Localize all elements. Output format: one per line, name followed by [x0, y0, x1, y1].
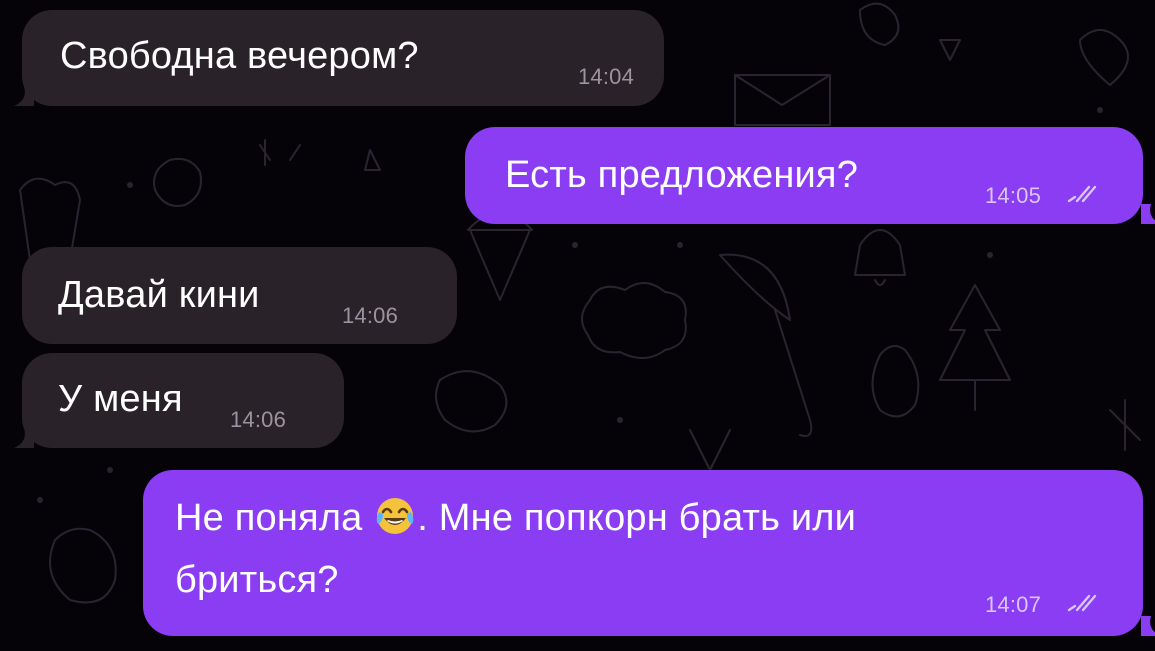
double-check-icon [1067, 594, 1097, 612]
message-text-part: . Мне попкорн брать или [417, 497, 857, 539]
message-time: 14:06 [342, 303, 399, 328]
message-time: 14:06 [230, 407, 287, 432]
bubble-tail [14, 428, 34, 448]
message-bubble-incoming[interactable]: Давай кини 14:06 [22, 247, 457, 344]
message-bubble-outgoing[interactable]: Есть предложения? 14:05 [465, 127, 1143, 224]
message-time: 14:07 [985, 592, 1042, 617]
message-text-line2: бриться? [175, 559, 339, 601]
face-with-tears-of-joy-icon [375, 496, 415, 536]
chat-window: Свободна вечером? 14:04 Есть предложения… [0, 0, 1155, 651]
message-text: Свободна вечером? [60, 35, 419, 77]
message-bubble-incoming[interactable]: У меня 14:06 [22, 353, 344, 448]
message-time: 14:05 [985, 183, 1042, 208]
message-text-part: Не поняла [175, 497, 374, 539]
bubble-tail [1141, 616, 1155, 636]
message-text: Давай кини [58, 274, 260, 316]
message-bubble-incoming[interactable]: Свободна вечером? 14:04 [22, 10, 664, 106]
message-text-line1: Не поняла . Мне попкорн брать или [175, 494, 856, 542]
bubble-tail [1141, 204, 1155, 224]
double-check-icon [1067, 185, 1097, 203]
bubble-tail [14, 86, 34, 106]
message-text: Есть предложения? [505, 154, 859, 196]
message-bubble-outgoing[interactable]: Не поняла . Мне попкорн брать или бритьс… [143, 470, 1143, 636]
message-text: У меня [58, 378, 183, 420]
message-time: 14:04 [578, 64, 635, 89]
